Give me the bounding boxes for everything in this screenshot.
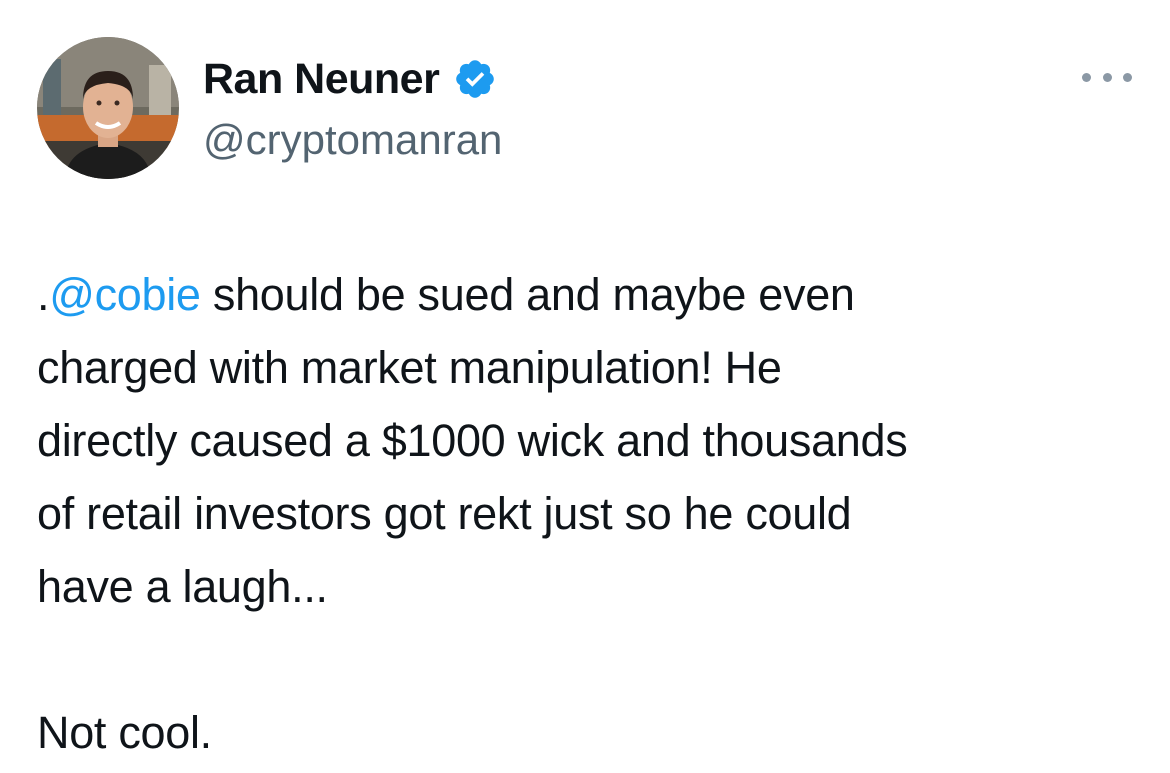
author-handle[interactable]: @cryptomanran — [203, 112, 502, 168]
mention-link[interactable]: @cobie — [49, 269, 201, 320]
more-dot — [1123, 72, 1132, 82]
tweet-card: Ran Neuner @cryptomanran .@cobie should … — [0, 0, 1170, 773]
avatar-photo — [37, 37, 179, 179]
more-options-icon[interactable] — [1082, 62, 1132, 92]
tweet-line: charged with market manipulation! He — [37, 342, 782, 393]
verified-badge-icon[interactable] — [453, 57, 497, 101]
author-name-row: Ran Neuner — [203, 50, 497, 108]
tweet-text: .@cobie should be sued and maybe even ch… — [37, 258, 1152, 769]
tweet-prefix: . — [37, 269, 50, 320]
more-dot — [1082, 72, 1091, 82]
more-dot — [1102, 72, 1112, 82]
tweet-closing: Not cool. — [37, 707, 212, 758]
tweet-line-1-text: should be sued and maybe even — [200, 269, 855, 320]
tweet-line: directly caused a $1000 wick and thousan… — [37, 415, 908, 466]
tweet-line: .@cobie should be sued and maybe even — [37, 258, 1152, 331]
avatar[interactable] — [37, 37, 179, 179]
tweet-line: have a laugh... — [37, 561, 328, 612]
tweet-line: of retail investors got rekt just so he … — [37, 488, 852, 539]
author-display-name[interactable]: Ran Neuner — [203, 50, 440, 108]
